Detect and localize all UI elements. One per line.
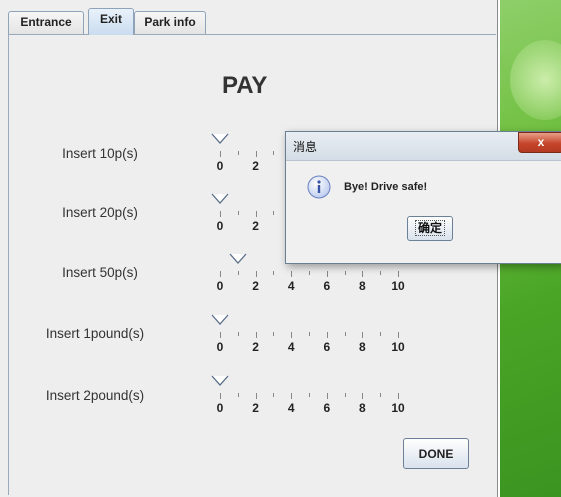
slider-tick [237,271,239,275]
slider-tick-label: 6 [323,340,331,354]
slider-tick [309,271,310,275]
message-dialog: 消息 x Bye! Drive safe! 确定 [285,131,561,264]
slider-tick [398,332,399,338]
slider-tick [220,332,221,338]
slider-tick [220,211,221,217]
slider-tick [344,271,346,275]
slider-tick [273,211,275,215]
slider-thumb[interactable] [211,375,229,387]
slider-tick [326,393,328,399]
slider-tick [309,393,310,397]
slider-tick [273,393,275,397]
slider-tick-label: 0 [216,219,224,233]
slider-tick [255,332,257,338]
slider-tick [362,393,364,399]
slider-tick [255,393,257,399]
slider-tick [237,332,239,336]
slider-tick-label: 4 [287,401,295,415]
slider-tick [380,271,382,275]
slider-tick-label: 2 [252,340,259,354]
slider-tick [380,393,382,397]
coin-slider[interactable]: 0 2 4 6 8 10 [0,314,420,354]
slider-tick [309,332,310,336]
close-icon: x [537,135,545,149]
slider-tick [291,271,293,277]
slider-tick-label: 6 [323,279,331,293]
slider-tick-label: 10 [391,340,405,354]
slider-tick [237,211,239,215]
slider-tick [362,271,364,277]
slider-tick [344,332,346,336]
slider-tick-label: 10 [391,401,405,415]
slider-tick [255,271,257,277]
dialog-message: Bye! Drive safe! [344,181,428,193]
slider-tick-label: 8 [359,279,366,293]
tab-entrance[interactable]: Entrance [8,11,84,34]
slider-tick [291,332,293,338]
slider-tick [255,211,257,217]
close-button[interactable]: x [518,132,561,153]
slider-tick [291,393,293,399]
slider-tick [398,271,399,277]
slider-tick-label: 0 [216,401,224,415]
info-icon [307,175,331,199]
slider-tick [255,151,257,157]
slider-tick-label: 4 [287,279,295,293]
slider-tick [273,332,275,336]
ok-button[interactable]: 确定 [407,216,453,241]
slider-tick [326,271,328,277]
slider-tick [362,332,364,338]
slider-tick-label: 10 [391,279,405,293]
slider-tick [380,332,382,336]
slider-tick [398,393,399,399]
slider-tick-label: 4 [287,340,295,354]
slider-tick [220,151,221,157]
ok-button-label: 确定 [414,220,445,236]
slider-thumb[interactable] [211,314,229,326]
slider-tick-label: 8 [359,401,366,415]
slider-tick-label: 0 [216,159,224,173]
slider-tick [220,271,221,277]
slider-tick [237,151,239,155]
slider-tick-label: 0 [216,279,224,293]
slider-tick-label: 2 [252,219,259,233]
slider-tick [344,393,346,397]
slider-tick-label: 6 [323,401,331,415]
coin-slider[interactable]: 0 2 4 6 8 10 [0,375,420,415]
slider-tick [273,151,275,155]
slider-thumb[interactable] [229,253,247,265]
slider-tick-label: 8 [359,340,366,354]
desktop-highlight [510,40,561,120]
slider-tick [273,271,275,275]
slider-tick [237,393,239,397]
tab-exit[interactable]: Exit [88,8,134,35]
tab-park-info[interactable]: Park info [134,11,206,34]
dialog-title: 消息 [293,140,318,154]
slider-thumb[interactable] [211,133,229,145]
slider-tick [326,332,328,338]
slider-tick [220,393,221,399]
slider-tick-label: 2 [252,159,259,173]
done-button[interactable]: DONE [403,438,469,469]
slider-tick-label: 0 [216,340,224,354]
slider-thumb[interactable] [211,193,229,205]
slider-tick-label: 2 [252,401,259,415]
tab-bar: Entrance Exit Park info [8,8,493,35]
page-title: PAY [222,72,268,99]
slider-tick-label: 2 [252,279,259,293]
